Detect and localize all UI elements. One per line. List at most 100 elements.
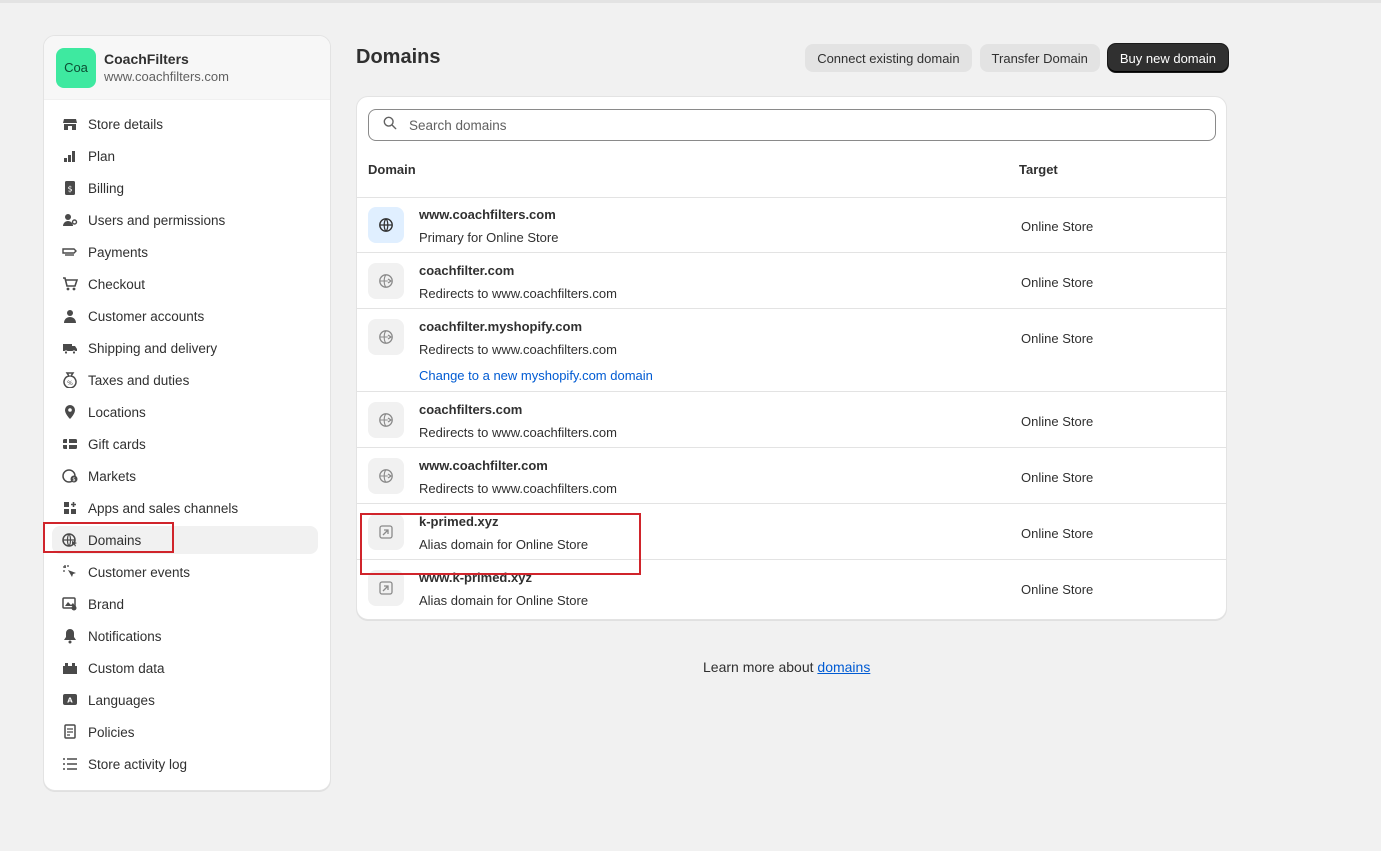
sidebar-item-label: Checkout xyxy=(88,276,146,292)
apps-icon xyxy=(62,500,78,516)
sidebar-item-label: Taxes and duties xyxy=(88,372,190,388)
domain-name[interactable]: www.k-primed.xyz xyxy=(419,570,532,585)
sidebar-item-label: Store details xyxy=(88,116,164,132)
table-row[interactable]: www.coachfilters.com Primary for Online S… xyxy=(357,197,1226,253)
sidebar-item-label: Plan xyxy=(88,148,116,164)
sidebar-item-label: Languages xyxy=(88,692,155,708)
table-row[interactable]: coachfilters.com Redirects to www.coachfi… xyxy=(357,392,1226,448)
sidebar-item-domains[interactable]: Domains xyxy=(52,526,318,554)
sidebar-item-markets[interactable]: $ Markets xyxy=(52,462,318,490)
location-icon xyxy=(62,404,78,420)
sidebar-item-label: Shipping and delivery xyxy=(88,340,218,356)
sidebar-item-label: Locations xyxy=(88,404,146,420)
domain-name[interactable]: www.coachfilter.com xyxy=(419,458,548,473)
billing-icon: $ xyxy=(62,180,78,196)
gift-card-icon xyxy=(62,436,78,452)
sidebar-item-label: Policies xyxy=(88,724,135,740)
buy-new-domain-button[interactable]: Buy new domain xyxy=(1107,44,1228,72)
column-header-domain[interactable]: Domain xyxy=(368,162,416,177)
sidebar-item-label: Markets xyxy=(88,468,137,484)
search-box[interactable] xyxy=(368,109,1216,141)
domain-globe-icon xyxy=(62,532,78,548)
sidebar-item-label: Brand xyxy=(88,596,125,612)
sidebar-item-billing[interactable]: $ Billing xyxy=(52,174,318,202)
domain-target: Online Store xyxy=(1021,275,1094,290)
sidebar-item-label: Payments xyxy=(88,244,149,260)
redirect-globe-icon xyxy=(368,402,404,438)
sidebar-item-checkout[interactable]: Checkout xyxy=(52,270,318,298)
sidebar-item-notifications[interactable]: Notifications xyxy=(52,622,318,650)
connect-existing-domain-button[interactable]: Connect existing domain xyxy=(805,44,972,72)
list-icon xyxy=(62,756,78,772)
domain-status: Redirects to www.coachfilters.com xyxy=(419,286,617,301)
domains-help-link[interactable]: domains xyxy=(817,659,870,675)
sidebar-item-label: Notifications xyxy=(88,628,162,644)
custom-data-icon xyxy=(62,660,78,676)
sidebar-item-policies[interactable]: Policies xyxy=(52,718,318,746)
sidebar-item-label: Domains xyxy=(88,532,142,548)
sidebar-item-payments[interactable]: Payments xyxy=(52,238,318,266)
domain-status: Alias domain for Online Store xyxy=(419,593,589,608)
redirect-globe-icon xyxy=(368,458,404,494)
svg-text:%: % xyxy=(67,380,73,387)
domains-card: Domain Target www.coachfilters.com Primar… xyxy=(356,96,1227,620)
domain-name[interactable]: coachfilter.myshopify.com xyxy=(419,319,582,334)
top-divider xyxy=(0,0,1381,3)
domains-table-body: www.coachfilters.com Primary for Online S… xyxy=(357,197,1226,616)
globe-currency-icon: $ xyxy=(62,468,78,484)
sidebar-item-label: Users and permissions xyxy=(88,212,226,228)
table-row[interactable]: coachfilter.myshopify.com Redirects to ww… xyxy=(357,309,1226,392)
person-icon xyxy=(62,308,78,324)
svg-text:$: $ xyxy=(72,477,75,483)
store-name: CoachFilters xyxy=(104,50,189,67)
domain-target: Online Store xyxy=(1021,582,1094,597)
truck-icon xyxy=(62,340,78,356)
column-header-target[interactable]: Target xyxy=(1019,162,1058,177)
store-header[interactable]: Coa CoachFilters www.coachfilters.com xyxy=(44,36,330,100)
domain-status: Primary for Online Store xyxy=(419,230,559,245)
sidebar-item-label: Billing xyxy=(88,180,125,196)
sidebar-item-custom-data[interactable]: Custom data xyxy=(52,654,318,682)
search-input[interactable] xyxy=(407,116,1191,134)
sidebar-item-store-details[interactable]: Store details xyxy=(52,110,318,138)
sidebar-item-shipping-and-delivery[interactable]: Shipping and delivery xyxy=(52,334,318,362)
learn-more: Learn more about domains xyxy=(703,659,870,675)
domain-name[interactable]: coachfilter.com xyxy=(419,263,514,278)
settings-nav: Store details Plan $ Billing Users and permi… xyxy=(44,110,330,782)
page-title: Domains xyxy=(356,46,441,68)
alias-icon xyxy=(368,514,404,550)
settings-sidebar: Coa CoachFilters www.coachfilters.com St… xyxy=(43,35,331,791)
domain-target: Online Store xyxy=(1021,470,1094,485)
plan-icon xyxy=(62,148,78,164)
sidebar-item-customer-accounts[interactable]: Customer accounts xyxy=(52,302,318,330)
sidebar-item-label: Custom data xyxy=(88,660,165,676)
change-myshopify-domain-link[interactable]: Change to a new myshopify.com domain xyxy=(419,368,653,383)
sidebar-item-store-activity-log[interactable]: Store activity log xyxy=(52,750,318,778)
table-row[interactable]: coachfilter.com Redirects to www.coachfil… xyxy=(357,253,1226,309)
language-icon: A xyxy=(62,692,78,708)
sidebar-item-languages[interactable]: A Languages xyxy=(52,686,318,714)
table-row[interactable]: www.coachfilter.com Redirects to www.coac… xyxy=(357,448,1226,504)
domain-name[interactable]: coachfilters.com xyxy=(419,402,522,417)
table-row[interactable]: www.k-primed.xyz Alias domain for Online … xyxy=(357,560,1226,616)
svg-text:$: $ xyxy=(67,185,72,194)
domain-name[interactable]: www.coachfilters.com xyxy=(419,207,556,222)
sidebar-item-taxes-and-duties[interactable]: % Taxes and duties xyxy=(52,366,318,394)
sidebar-item-gift-cards[interactable]: Gift cards xyxy=(52,430,318,458)
transfer-domain-button[interactable]: Transfer Domain xyxy=(979,44,1100,72)
bell-icon xyxy=(62,628,78,644)
domain-name[interactable]: k-primed.xyz xyxy=(419,514,498,529)
table-row[interactable]: k-primed.xyz Alias domain for Online Stor… xyxy=(357,504,1226,560)
table-header: Domain Target xyxy=(357,141,1226,198)
sidebar-item-customer-events[interactable]: Customer events xyxy=(52,558,318,586)
sidebar-item-users-and-permissions[interactable]: Users and permissions xyxy=(52,206,318,234)
domain-target: Online Store xyxy=(1021,219,1094,234)
sidebar-item-apps-and-sales-channels[interactable]: Apps and sales channels xyxy=(52,494,318,522)
redirect-globe-icon xyxy=(368,319,404,355)
learn-more-text: Learn more about xyxy=(703,659,818,675)
sidebar-item-locations[interactable]: Locations xyxy=(52,398,318,426)
sidebar-item-brand[interactable]: Brand xyxy=(52,590,318,618)
sidebar-item-label: Customer events xyxy=(88,564,191,580)
sidebar-item-plan[interactable]: Plan xyxy=(52,142,318,170)
payments-icon xyxy=(62,244,78,260)
